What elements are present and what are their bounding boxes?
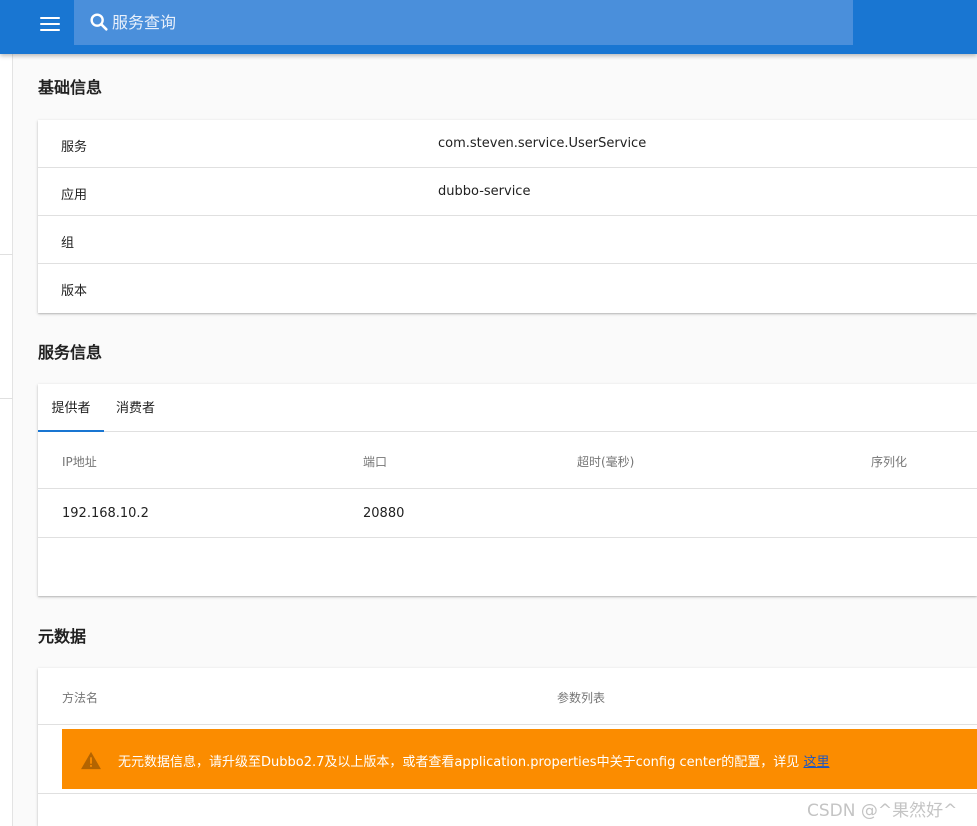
app-toolbar <box>0 0 977 54</box>
service-info-title: 服务信息 <box>38 343 103 362</box>
alert-message: 无元数据信息，请升级至Dubbo2.7及以上版本，或者查看application… <box>118 751 829 770</box>
providers-table-header: IP地址 端口 超时(毫秒) 序列化 <box>38 432 977 489</box>
column-timeout[interactable]: 超时(毫秒) <box>577 453 634 470</box>
search-bar[interactable] <box>74 0 853 45</box>
alert-text: 无元数据信息，请升级至Dubbo2.7及以上版本，或者查看application… <box>118 755 804 770</box>
alert-details-link[interactable]: 这里 <box>803 755 829 770</box>
cell-ip: 192.168.10.2 <box>62 506 149 521</box>
application-label: 应用 <box>61 188 88 203</box>
watermark: CSDN @^果然好^ <box>807 801 958 821</box>
navigation-drawer-edge <box>0 54 13 826</box>
column-port[interactable]: 端口 <box>363 453 387 470</box>
basic-info-title: 基础信息 <box>38 78 103 97</box>
row-divider <box>38 793 977 794</box>
search-icon <box>90 13 108 31</box>
hamburger-menu-icon[interactable] <box>36 12 64 36</box>
group-label: 组 <box>61 236 75 251</box>
basic-info-row-version: 版本 <box>38 264 977 312</box>
service-label: 服务 <box>61 140 88 155</box>
warning-icon <box>81 751 101 770</box>
no-metadata-alert: 无元数据信息，请升级至Dubbo2.7及以上版本，或者查看application… <box>62 729 977 789</box>
basic-info-row-application: 应用 dubbo-service <box>38 168 977 216</box>
table-row: 192.168.10.2 20880 <box>38 489 977 538</box>
cell-port: 20880 <box>363 506 405 521</box>
basic-info-row-service: 服务 com.steven.service.UserService <box>38 120 977 168</box>
service-tabs: 提供者 消费者 <box>38 384 977 432</box>
column-parameters[interactable]: 参数列表 <box>557 689 605 706</box>
tab-consumers[interactable]: 消费者 <box>116 384 155 432</box>
service-value: com.steven.service.UserService <box>438 136 647 151</box>
version-label: 版本 <box>61 284 88 299</box>
drawer-divider <box>0 254 13 255</box>
column-ip[interactable]: IP地址 <box>62 453 97 470</box>
basic-info-card: 服务 com.steven.service.UserService 应用 dub… <box>38 120 977 313</box>
metadata-title: 元数据 <box>38 627 87 646</box>
column-serialization[interactable]: 序列化 <box>871 453 907 470</box>
tab-providers[interactable]: 提供者 <box>38 384 104 432</box>
column-method-name[interactable]: 方法名 <box>62 689 98 706</box>
search-input[interactable] <box>112 0 812 45</box>
drawer-divider <box>0 398 13 399</box>
basic-info-row-group: 组 <box>38 216 977 264</box>
application-value: dubbo-service <box>438 184 531 199</box>
metadata-table-header: 方法名 参数列表 <box>38 668 977 725</box>
service-info-card: 提供者 消费者 IP地址 端口 超时(毫秒) 序列化 192.168.10.2 … <box>38 384 977 596</box>
